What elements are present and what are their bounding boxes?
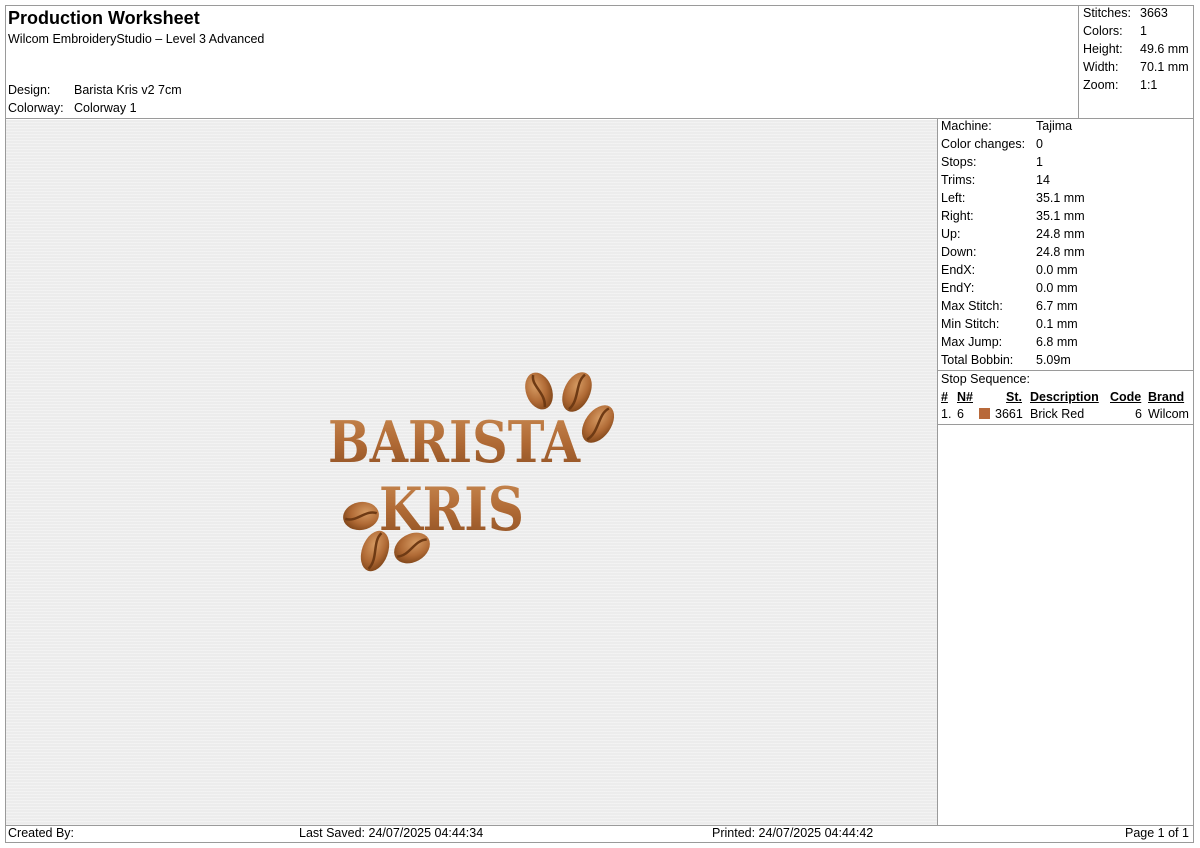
machine-info-value: 0 bbox=[1036, 137, 1043, 151]
summary-value: 3663 bbox=[1140, 6, 1168, 20]
colorway-label: Colorway: bbox=[8, 101, 64, 115]
summary-label: Width: bbox=[1083, 60, 1119, 74]
machine-info-value: 24.8 mm bbox=[1036, 245, 1085, 259]
coffee-bean-icon bbox=[343, 501, 379, 531]
stop-sequence-bottom-line bbox=[937, 424, 1194, 425]
machine-info-label: Color changes: bbox=[941, 137, 1026, 151]
summary-value: 49.6 mm bbox=[1140, 42, 1189, 56]
machine-info-label: Left: bbox=[941, 191, 966, 205]
row-code: 6 bbox=[1135, 407, 1142, 421]
row-stitches: 3661 bbox=[995, 407, 1023, 421]
machine-info-label: EndX: bbox=[941, 263, 976, 277]
created-by: Created By: bbox=[8, 826, 75, 840]
machine-info-value: 24.8 mm bbox=[1036, 227, 1085, 241]
machine-info-value: 35.1 mm bbox=[1036, 209, 1085, 223]
machine-info-value: 6.8 mm bbox=[1036, 335, 1078, 349]
machine-info-value: 6.7 mm bbox=[1036, 299, 1078, 313]
machine-info-value: 0.0 mm bbox=[1036, 263, 1078, 277]
col-header-num: # bbox=[941, 390, 948, 404]
software-name: Wilcom EmbroideryStudio – Level 3 Advanc… bbox=[8, 32, 265, 46]
machine-info-label: Machine: bbox=[941, 119, 992, 133]
stop-sequence-label: Stop Sequence: bbox=[941, 372, 1030, 386]
printed-date: Printed: 24/07/2025 04:44:42 bbox=[712, 826, 874, 840]
row-brand: Wilcom bbox=[1148, 407, 1189, 421]
machine-info-value: Tajima bbox=[1036, 119, 1073, 133]
header-bottom-line bbox=[5, 118, 1194, 119]
summary-label: Stitches: bbox=[1083, 6, 1131, 20]
machine-info-label: Down: bbox=[941, 245, 977, 259]
col-header-code: Code bbox=[1110, 390, 1142, 404]
machine-info-value: 14 bbox=[1036, 173, 1050, 187]
machine-info-value: 0.0 mm bbox=[1036, 281, 1078, 295]
machine-info-label: Max Jump: bbox=[941, 335, 1003, 349]
panel-divider bbox=[937, 118, 938, 825]
summary-value: 1 bbox=[1140, 24, 1147, 38]
machine-info-label: Right: bbox=[941, 209, 974, 223]
stop-sequence-top-line bbox=[937, 370, 1194, 371]
summary-value: 1:1 bbox=[1140, 78, 1158, 92]
design-text-barista: BARISTA bbox=[328, 409, 581, 476]
header-divider bbox=[1078, 5, 1079, 118]
machine-info-label: Total Bobbin: bbox=[941, 353, 1014, 367]
machine-info-label: Up: bbox=[941, 227, 961, 241]
color-swatch bbox=[979, 408, 990, 419]
machine-info-value: 5.09m bbox=[1036, 353, 1071, 367]
col-header-stitches: St. bbox=[1006, 390, 1022, 404]
design-canvas: BARISTA KRIS bbox=[6, 120, 937, 825]
embroidery-design: BARISTA KRIS bbox=[328, 372, 615, 572]
summary-label: Colors: bbox=[1083, 24, 1123, 38]
machine-info-label: Max Stitch: bbox=[941, 299, 1003, 313]
summary-label: Zoom: bbox=[1083, 78, 1119, 92]
machine-info-label: Min Stitch: bbox=[941, 317, 1000, 331]
machine-info-label: EndY: bbox=[941, 281, 975, 295]
row-description: Brick Red bbox=[1030, 407, 1085, 421]
row-needle: 6 bbox=[957, 407, 964, 421]
design-text-kris: KRIS bbox=[379, 475, 524, 545]
machine-info-value: 35.1 mm bbox=[1036, 191, 1085, 205]
machine-info-value: 0.1 mm bbox=[1036, 317, 1078, 331]
machine-info-label: Trims: bbox=[941, 173, 976, 187]
page-title: Production Worksheet bbox=[8, 8, 200, 28]
row-num: 1. bbox=[941, 407, 952, 421]
design-label: Design: bbox=[8, 83, 51, 97]
coffee-bean-icon bbox=[525, 372, 553, 410]
col-header-needle: N# bbox=[957, 390, 973, 404]
last-saved: Last Saved: 24/07/2025 04:44:34 bbox=[299, 826, 484, 840]
colorway-value: Colorway 1 bbox=[74, 101, 137, 115]
design-value: Barista Kris v2 7cm bbox=[74, 83, 182, 97]
page-number: Page 1 of 1 bbox=[1125, 826, 1189, 840]
summary-label: Height: bbox=[1083, 42, 1123, 56]
machine-info-label: Stops: bbox=[941, 155, 977, 169]
machine-info-value: 1 bbox=[1036, 155, 1043, 169]
summary-value: 70.1 mm bbox=[1140, 60, 1189, 74]
col-header-description: Description bbox=[1030, 390, 1099, 404]
col-header-brand: Brand bbox=[1148, 390, 1185, 404]
footer-top-line bbox=[5, 825, 1194, 826]
